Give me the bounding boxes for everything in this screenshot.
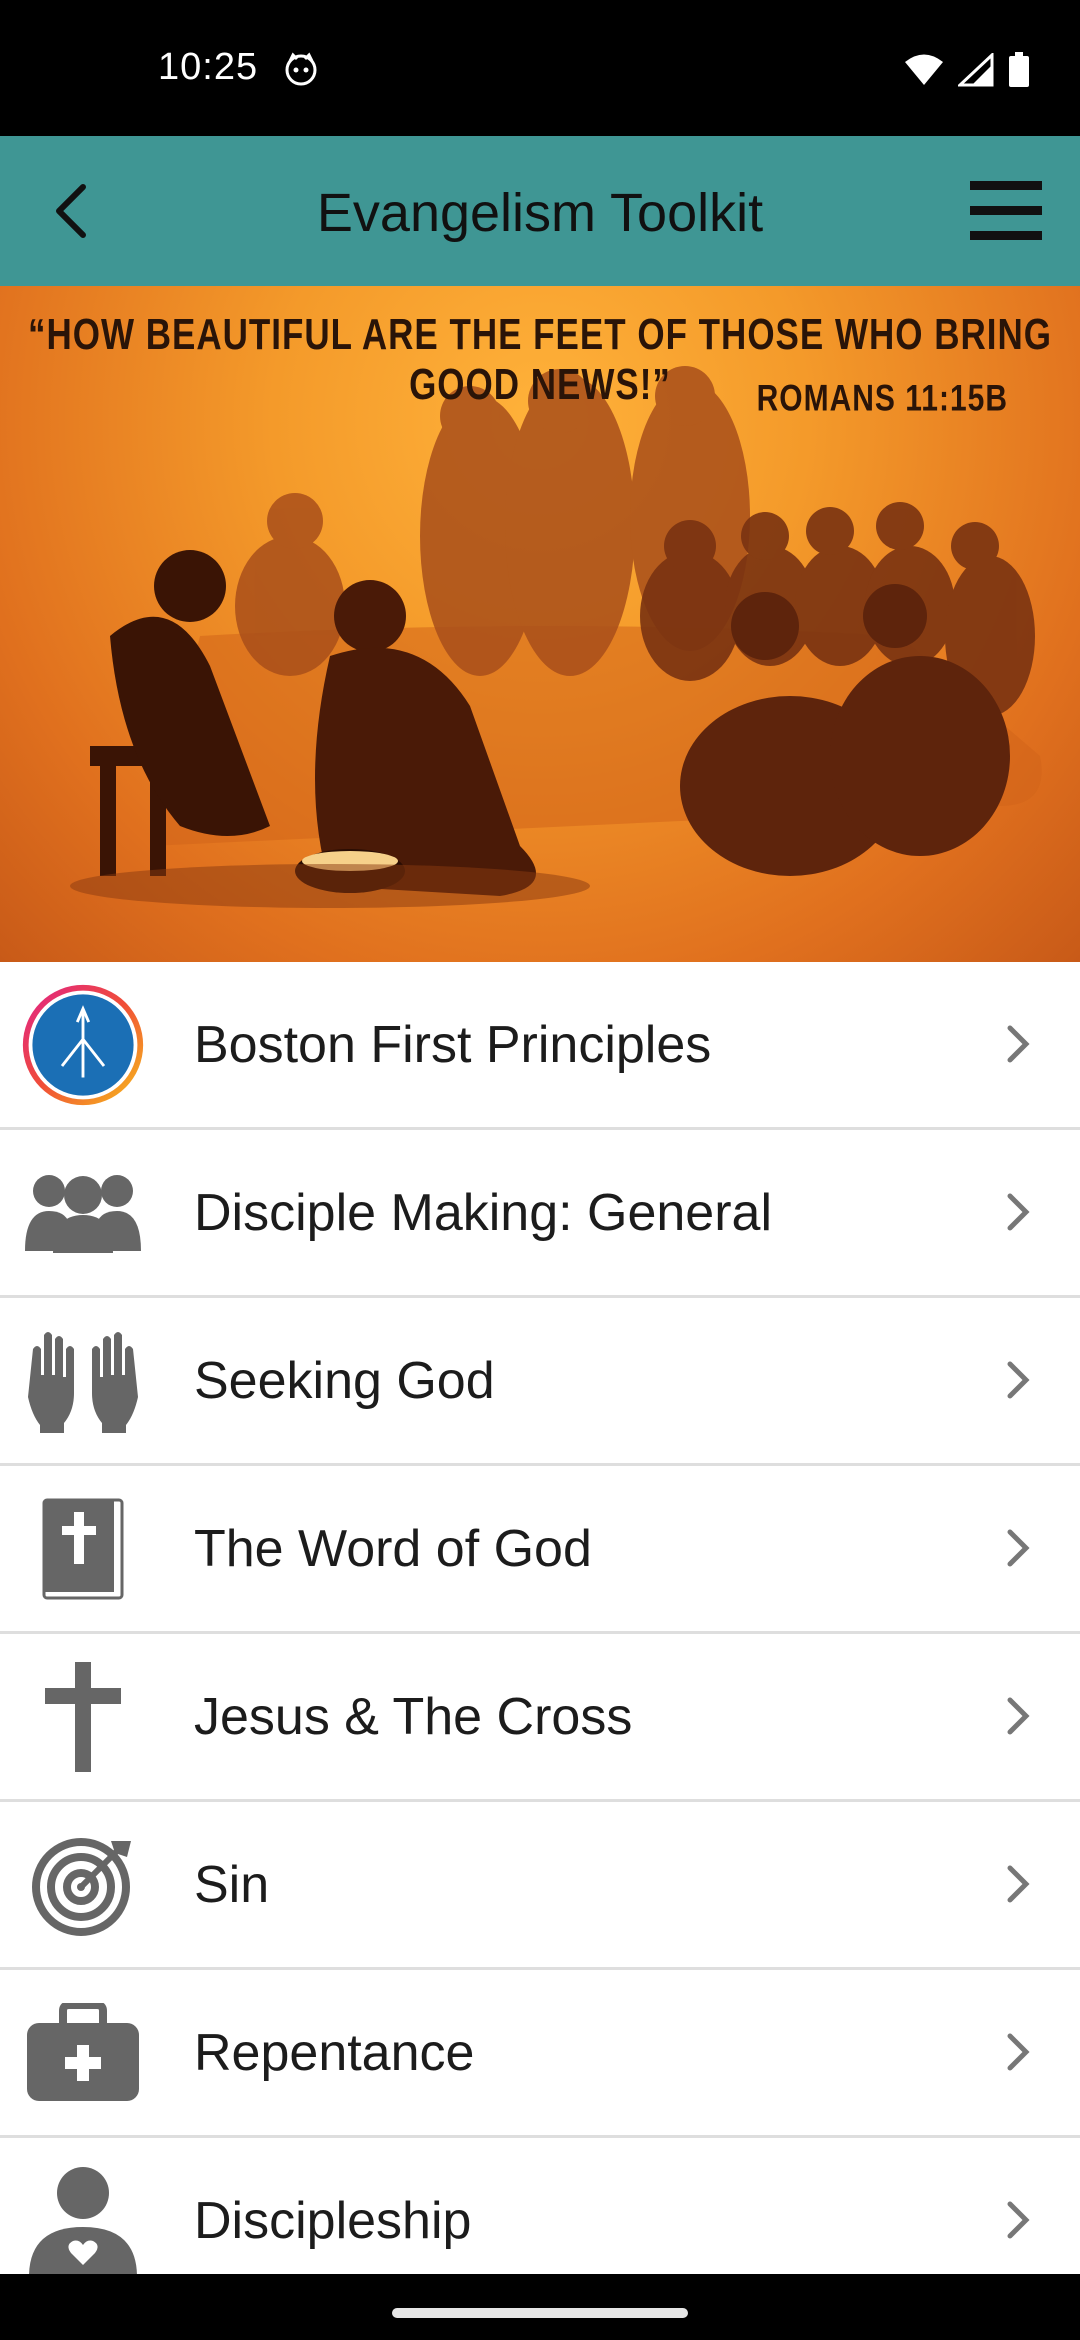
list-item-label: Seeking God — [194, 1351, 495, 1410]
wifi-icon — [905, 54, 943, 85]
list-item-seeking-god[interactable]: Seeking God — [0, 1298, 1080, 1466]
list-item-jesus-and-the-cross[interactable]: Jesus & The Cross — [0, 1634, 1080, 1802]
list-item-label: Disciple Making: General — [194, 1183, 773, 1242]
app-bar: Evangelism Toolkit — [0, 136, 1080, 286]
status-time: 10:25 — [158, 46, 259, 88]
banner-reference: ROMANS 11:15B — [756, 377, 1008, 419]
chevron-right-icon — [1007, 2033, 1030, 2071]
list-item-label: The Word of God — [194, 1519, 592, 1578]
list-item-disciple-making-general[interactable]: Disciple Making: General — [0, 1130, 1080, 1298]
menu-button[interactable] — [968, 176, 1044, 246]
list-item-boston-first-principles[interactable]: Boston First Principles — [0, 962, 1080, 1130]
list-item-label: Jesus & The Cross — [194, 1687, 633, 1746]
list-item-repentance[interactable]: Repentance — [0, 1970, 1080, 2138]
topic-list: Boston First Principles Disciple Making:… — [0, 962, 1080, 2274]
home-indicator[interactable] — [392, 2308, 688, 2318]
hamburger-menu-icon — [970, 181, 1042, 240]
status-bar: 10:25 — [0, 0, 1080, 136]
group-icon — [20, 1156, 146, 1270]
list-item-label: Boston First Principles — [194, 1015, 712, 1074]
cell-signal-icon — [958, 53, 994, 87]
list-item-discipleship[interactable]: Discipleship — [0, 2138, 1080, 2274]
chevron-right-icon — [1007, 1025, 1030, 1063]
boston-logo-icon — [20, 984, 146, 1106]
list-item-label: Sin — [194, 1855, 270, 1914]
chevron-right-icon — [1007, 1697, 1030, 1735]
person-heart-icon — [20, 2164, 146, 2274]
list-item-label: Discipleship — [194, 2191, 472, 2250]
chevron-right-icon — [1007, 1529, 1030, 1567]
list-item-label: Repentance — [194, 2023, 475, 2082]
first-aid-kit-icon — [20, 1996, 146, 2110]
target-arrow-icon — [20, 1828, 146, 1942]
list-item-the-word-of-god[interactable]: The Word of God — [0, 1466, 1080, 1634]
list-item-sin[interactable]: Sin — [0, 1802, 1080, 1970]
bible-icon — [20, 1492, 146, 1606]
praying-hands-icon — [20, 1324, 146, 1438]
chevron-right-icon — [1007, 2201, 1030, 2239]
chevron-right-icon — [1007, 1193, 1030, 1231]
cat-face-icon — [285, 52, 317, 86]
hero-banner: “HOW BEAUTIFUL ARE THE FEET OF THOSE WHO… — [0, 286, 1080, 962]
page-title: Evangelism Toolkit — [316, 183, 764, 243]
chevron-right-icon — [1007, 1865, 1030, 1903]
chevron-right-icon — [1007, 1361, 1030, 1399]
battery-icon — [1009, 52, 1029, 87]
cross-icon — [20, 1660, 146, 1774]
system-nav-bar — [0, 2274, 1080, 2340]
